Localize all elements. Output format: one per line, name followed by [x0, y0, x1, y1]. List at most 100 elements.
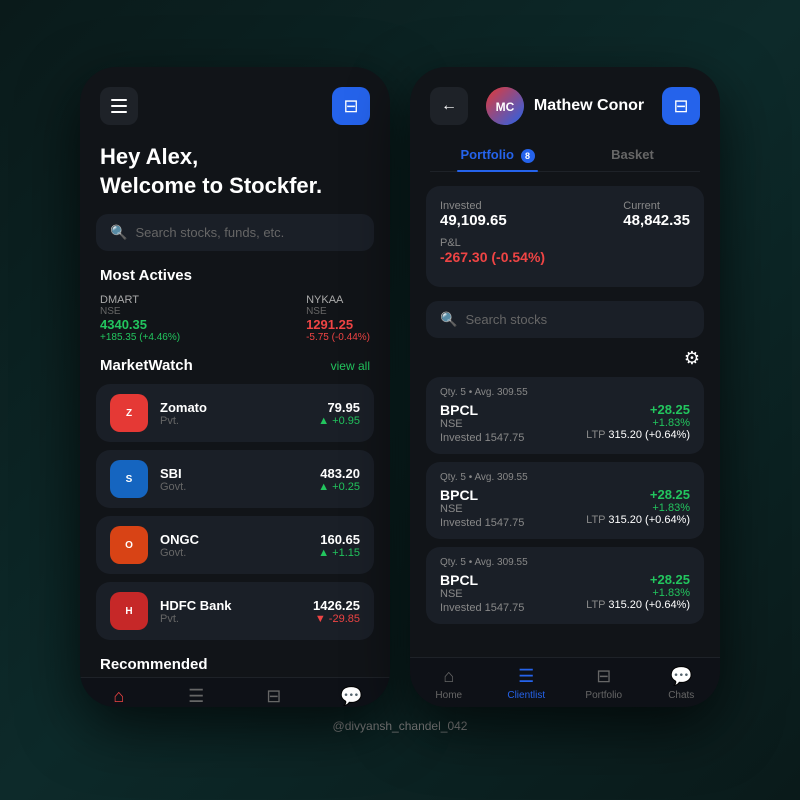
stock-info: SBI Govt.: [160, 466, 306, 493]
holding-card-2[interactable]: Qty. 5 • Avg. 309.55 BPCL NSE Invested 1…: [426, 462, 704, 539]
holding-card-3[interactable]: Qty. 5 • Avg. 309.55 BPCL NSE Invested 1…: [426, 547, 704, 624]
holding-change: +28.25: [586, 402, 690, 417]
holding-exchange: NSE: [440, 503, 524, 515]
holding-left: BPCL NSE Invested 1547.75: [440, 487, 524, 529]
holding-left: BPCL NSE Invested 1547.75: [440, 572, 524, 614]
bottom-nav-phone1: ⌂ Home ☰ Clientlist ⊟ Portfolio 💬 Chats: [80, 677, 390, 707]
holding-row: BPCL NSE Invested 1547.75 +28.25 +1.83% …: [440, 402, 690, 444]
holding-ltp: LTP 315.20 (+0.64%): [586, 429, 690, 441]
stock-name: SBI: [160, 466, 306, 481]
tab-basket[interactable]: Basket: [565, 139, 700, 171]
stock-logo-sbi: S: [110, 460, 148, 498]
current-label: Current: [623, 200, 690, 212]
holding-name: BPCL: [440, 572, 524, 588]
stock-info: Zomato Pvt.: [160, 400, 306, 427]
stock-card-ongc[interactable]: O ONGC Govt. 160.65 ▲ +1.15: [96, 516, 374, 574]
stock-change: ▼ -29.85: [313, 613, 360, 625]
holding-ltp-value: 315.20 (+0.64%): [608, 429, 690, 441]
chats-icon: 💬: [340, 686, 362, 707]
most-actives-title: Most Actives: [80, 267, 390, 294]
stock-price-info: 483.20 ▲ +0.25: [318, 466, 360, 493]
pnl-col: P&L -267.30 (-0.54%): [440, 237, 545, 265]
tab-portfolio[interactable]: Portfolio 8: [430, 139, 565, 171]
holding-card-1[interactable]: Qty. 5 • Avg. 309.55 BPCL NSE Invested 1…: [426, 377, 704, 454]
folder-button-2[interactable]: ⊟: [662, 87, 700, 125]
holding-ltp-value: 315.20 (+0.64%): [608, 599, 690, 611]
holding-change: +28.25: [586, 572, 690, 587]
filter-icon[interactable]: ⚙: [684, 348, 700, 369]
stock-name: ONGC: [160, 532, 306, 547]
portfolio-badge: 8: [521, 149, 535, 163]
folder-button[interactable]: ⊟: [332, 87, 370, 125]
home-icon: ⌂: [113, 686, 124, 707]
stock-card-sbi[interactable]: S SBI Govt. 483.20 ▲ +0.25: [96, 450, 374, 508]
stock-name: Zomato: [160, 400, 306, 415]
holding-meta: Qty. 5 • Avg. 309.55: [440, 472, 690, 483]
home-icon-2: ⌂: [443, 666, 454, 687]
phone-1: ⊟ Hey Alex, Welcome to Stockfer. 🔍 Searc…: [80, 67, 390, 707]
stock-price: 4340.35: [100, 317, 180, 332]
holding-pct: +1.83%: [586, 587, 690, 599]
portfolio-icon-2: ⊟: [596, 666, 611, 687]
holding-invested: Invested 1547.75: [440, 432, 524, 444]
stock-card-hdfc[interactable]: H HDFC Bank Pvt. 1426.25 ▼ -29.85: [96, 582, 374, 640]
back-button[interactable]: ←: [430, 87, 468, 125]
nav-home[interactable]: ⌂ Home: [80, 686, 158, 707]
hamburger-button[interactable]: [100, 87, 138, 125]
active-stock-nykaa[interactable]: NYKAA NSE 1291.25 -5.75 (-0.44%): [306, 294, 370, 343]
holding-right: +28.25 +1.83% LTP 315.20 (+0.64%): [586, 572, 690, 611]
holding-ltp: LTP 315.20 (+0.64%): [586, 514, 690, 526]
holding-exchange: NSE: [440, 418, 524, 430]
portfolio-tabs: Portfolio 8 Basket: [430, 139, 700, 172]
nav-clientlist-2[interactable]: ☰ Clientlist: [488, 666, 566, 701]
most-actives-section: DMART NSE 4340.35 +185.35 (+4.46%) NYKAA…: [80, 294, 390, 357]
search-stocks-bar[interactable]: 🔍 Search stocks: [426, 301, 704, 338]
greeting-text: Hey Alex, Welcome to Stockfer.: [100, 143, 370, 200]
nav-clientlist-label-2: Clientlist: [507, 690, 545, 701]
nav-chats[interactable]: 💬 Chats: [313, 686, 391, 707]
user-profile: MC Mathew Conor: [468, 87, 662, 125]
holding-right: +28.25 +1.83% LTP 315.20 (+0.64%): [586, 487, 690, 526]
portfolio-summary: Invested 49,109.65 Current 48,842.35 P&L…: [426, 186, 704, 287]
stock-change: ▲ +0.25: [318, 481, 360, 493]
invested-col: Invested 49,109.65: [440, 200, 507, 229]
phone-2: ← MC: [410, 67, 720, 707]
current-col: Current 48,842.35: [623, 200, 690, 229]
stock-change: +185.35 (+4.46%): [100, 332, 180, 343]
holding-meta: Qty. 5 • Avg. 309.55: [440, 557, 690, 568]
search-placeholder: Search stocks, funds, etc.: [135, 225, 284, 240]
market-watch-header: MarketWatch view all: [80, 357, 390, 384]
search-bar[interactable]: 🔍 Search stocks, funds, etc.: [96, 214, 374, 251]
stock-logo-hdfc: H: [110, 592, 148, 630]
summary-row-2: P&L -267.30 (-0.54%): [440, 237, 690, 265]
holding-name: BPCL: [440, 487, 524, 503]
pnl-label: P&L: [440, 237, 545, 249]
holding-change: +28.25: [586, 487, 690, 502]
nav-chats-label-2: Chats: [668, 690, 694, 701]
stock-logo-ongc: O: [110, 526, 148, 564]
stock-price: 1291.25: [306, 317, 370, 332]
nav-home-2[interactable]: ⌂ Home: [410, 666, 488, 701]
bottom-nav-phone2: ⌂ Home ☰ Clientlist ⊟ Portfolio 💬 Chats: [410, 657, 720, 707]
holding-row: BPCL NSE Invested 1547.75 +28.25 +1.83% …: [440, 572, 690, 614]
stock-change: -5.75 (-0.44%): [306, 332, 370, 343]
stock-name: DMART: [100, 294, 180, 306]
stock-logo-zomato: Z: [110, 394, 148, 432]
stock-exchange: NSE: [306, 306, 370, 317]
invested-value: 49,109.65: [440, 212, 507, 229]
nav-clientlist[interactable]: ☰ Clientlist: [158, 686, 236, 707]
svg-text:MC: MC: [496, 100, 515, 114]
nav-chats-2[interactable]: 💬 Chats: [643, 666, 721, 701]
stock-card-zomato[interactable]: Z Zomato Pvt. 79.95 ▲ +0.95: [96, 384, 374, 442]
nav-portfolio[interactable]: ⊟ Portfolio: [235, 686, 313, 707]
stock-price-info: 1426.25 ▼ -29.85: [313, 598, 360, 625]
stock-name: NYKAA: [306, 294, 370, 306]
phone1-header: ⊟: [80, 67, 390, 135]
search-icon-2: 🔍: [440, 311, 457, 328]
holding-ltp-value: 315.20 (+0.64%): [608, 514, 690, 526]
nav-portfolio-2[interactable]: ⊟ Portfolio: [565, 666, 643, 701]
stock-change: ▲ +0.95: [318, 415, 360, 427]
view-all-link[interactable]: view all: [331, 359, 370, 373]
stock-price-value: 483.20: [318, 466, 360, 481]
active-stock-dmart[interactable]: DMART NSE 4340.35 +185.35 (+4.46%): [100, 294, 180, 343]
